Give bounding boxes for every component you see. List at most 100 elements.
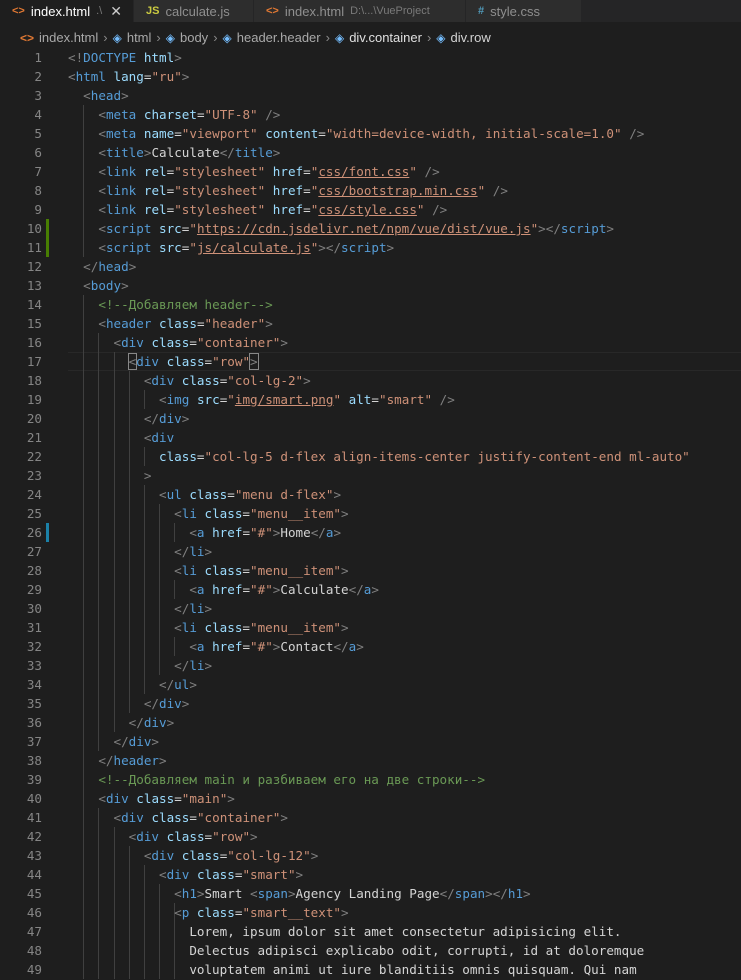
code-line[interactable]: 25 <li class="menu__item"> [0, 504, 741, 523]
tab-index-html-active[interactable]: <> index.html .\ ✕ [0, 0, 134, 22]
line-number: 30 [26, 601, 42, 616]
tab-calculate-js[interactable]: JS calculate.js [134, 0, 254, 22]
code-token: "row" [212, 829, 251, 844]
code-line[interactable]: 43 <div class="col-lg-12"> [0, 846, 741, 865]
code-token: > [249, 353, 259, 370]
code-line[interactable]: 37 </div> [0, 732, 741, 751]
code-line[interactable]: 36 </div> [0, 713, 741, 732]
breadcrumb-item-header[interactable]: ◈ header.header [223, 30, 321, 45]
code-token: href [272, 202, 304, 217]
line-number: 29 [26, 582, 42, 597]
code-line[interactable]: 22 class="col-lg-5 d-flex align-items-ce… [0, 447, 741, 466]
code-token: > [189, 677, 197, 692]
code-token: < [83, 278, 91, 293]
code-line[interactable]: 30 </li> [0, 599, 741, 618]
code-token: link [105, 164, 144, 179]
code-token: src [159, 240, 182, 255]
code-token: "#" [250, 525, 273, 540]
code-line[interactable]: 9 <link rel="stylesheet" href="css/style… [0, 200, 741, 219]
code-line[interactable]: 18 <div class="col-lg-2"> [0, 371, 741, 390]
code-line[interactable]: 47 Lorem, ipsum dolor sit amet consectet… [0, 922, 741, 941]
breadcrumb-label: index.html [39, 30, 99, 45]
code-token: css/bootstrap.min.css [318, 183, 478, 198]
line-number: 3 [34, 88, 42, 103]
code-line[interactable]: 14 <!--Добавляем header--> [0, 295, 741, 314]
code-line[interactable]: 39 <!--Добавляем main и разбиваем его на… [0, 770, 741, 789]
code-token: < [174, 563, 182, 578]
code-token: < [189, 525, 197, 540]
code-token: = [196, 316, 205, 331]
code-line[interactable]: 34 </ul> [0, 675, 741, 694]
tab-index-html-vueproject[interactable]: <> index.html D:\...\VueProject [254, 0, 466, 22]
code-token: class [204, 620, 243, 635]
line-number: 48 [26, 943, 42, 958]
code-line[interactable]: 4 <meta charset="UTF-8" /> [0, 105, 741, 124]
code-line[interactable]: 12 </head> [0, 257, 741, 276]
code-line[interactable]: 49 voluptatem animi ut iure blanditiis o… [0, 960, 741, 979]
chevron-right-icon: › [103, 30, 108, 45]
code-editor[interactable]: 1 <!DOCTYPE html> 2 <html lang="ru"> 3 <head… [0, 48, 741, 980]
code-token: > [341, 905, 349, 920]
code-line[interactable]: 20 </div> [0, 409, 741, 428]
code-line[interactable]: 44 <div class="smart"> [0, 865, 741, 884]
tab-style-css[interactable]: # style.css [466, 0, 582, 22]
code-line[interactable]: 11 <script src="js/calculate.js"></scrip… [0, 238, 741, 257]
code-token: class [166, 354, 205, 369]
code-line[interactable]: 46 <p class="smart__text"> [0, 903, 741, 922]
close-icon[interactable]: ✕ [110, 3, 122, 20]
code-line[interactable]: 38 </header> [0, 751, 741, 770]
code-line[interactable]: 33 </li> [0, 656, 741, 675]
code-line[interactable]: 23 > [0, 466, 741, 485]
code-token: = [204, 354, 213, 369]
breadcrumb-item-file[interactable]: <> index.html [20, 30, 98, 45]
code-line[interactable]: 27 </li> [0, 542, 741, 561]
code-line[interactable]: 26 <a href="#">Home</a> [0, 523, 741, 542]
code-line[interactable]: 24 <ul class="menu d-flex"> [0, 485, 741, 504]
code-text: <script src="https://cdn.jsdelivr.net/np… [68, 219, 614, 238]
breadcrumb-item-row[interactable]: ◈ div.row [436, 30, 490, 45]
code-token: > [287, 886, 296, 901]
code-line[interactable]: 32 <a href="#">Contact</a> [0, 637, 741, 656]
code-line[interactable]: 28 <li class="menu__item"> [0, 561, 741, 580]
code-line[interactable]: 8 <link rel="stylesheet" href="css/boots… [0, 181, 741, 200]
code-line[interactable]: 45 <h1>Smart <span>Agency Landing Page</… [0, 884, 741, 903]
code-token: "col-lg-2" [227, 373, 304, 388]
code-line[interactable]: 31 <li class="menu__item"> [0, 618, 741, 637]
line-number: 12 [26, 259, 42, 274]
symbol-cube-icon: ◈ [334, 30, 345, 45]
code-line[interactable]: 7 <link rel="stylesheet" href="css/font.… [0, 162, 741, 181]
code-token: > [151, 734, 160, 749]
breadcrumb-item-container[interactable]: ◈ div.container [335, 30, 422, 45]
code-line[interactable]: 1 <!DOCTYPE html> [0, 48, 741, 67]
code-token: js/calculate.js [196, 240, 311, 255]
code-line[interactable]: 41 <div class="container"> [0, 808, 741, 827]
breadcrumb-item-html[interactable]: ◈ html [113, 30, 152, 45]
code-token: /> [492, 183, 508, 198]
code-line[interactable]: 16 <div class="container"> [0, 333, 741, 352]
code-line[interactable]: 5 <meta name="viewport" content="width=d… [0, 124, 741, 143]
code-line[interactable]: 13 <body> [0, 276, 741, 295]
code-line[interactable]: 29 <a href="#">Calculate</a> [0, 580, 741, 599]
code-line[interactable]: 48 Delectus adipisci explicabo odit, cor… [0, 941, 741, 960]
code-line[interactable]: 10 <script src="https://cdn.jsdelivr.net… [0, 219, 741, 238]
code-line[interactable]: 15 <header class="header"> [0, 314, 741, 333]
code-line[interactable]: 17 <div class="row"> [0, 352, 741, 371]
code-line[interactable]: 2 <html lang="ru"> [0, 67, 741, 86]
code-line[interactable]: 35 </div> [0, 694, 741, 713]
breadcrumb-item-body[interactable]: ◈ body [166, 30, 208, 45]
code-line[interactable]: 6 <title>Calculate</title> [0, 143, 741, 162]
code-line[interactable]: 42 <div class="row"> [0, 827, 741, 846]
code-line[interactable]: 3 <head> [0, 86, 741, 105]
code-token: = [303, 164, 311, 179]
code-line[interactable]: 40 <div class="main"> [0, 789, 741, 808]
code-line[interactable]: 19 <img src="img/smart.png" alt="smart" … [0, 390, 741, 409]
code-token: > [181, 411, 190, 426]
code-text: voluptatem animi ut iure blanditiis omni… [68, 960, 636, 979]
code-line[interactable]: 21 <div [0, 428, 741, 447]
code-token: </ [143, 411, 159, 426]
line-number: 5 [34, 126, 42, 141]
code-token: = [242, 525, 251, 540]
